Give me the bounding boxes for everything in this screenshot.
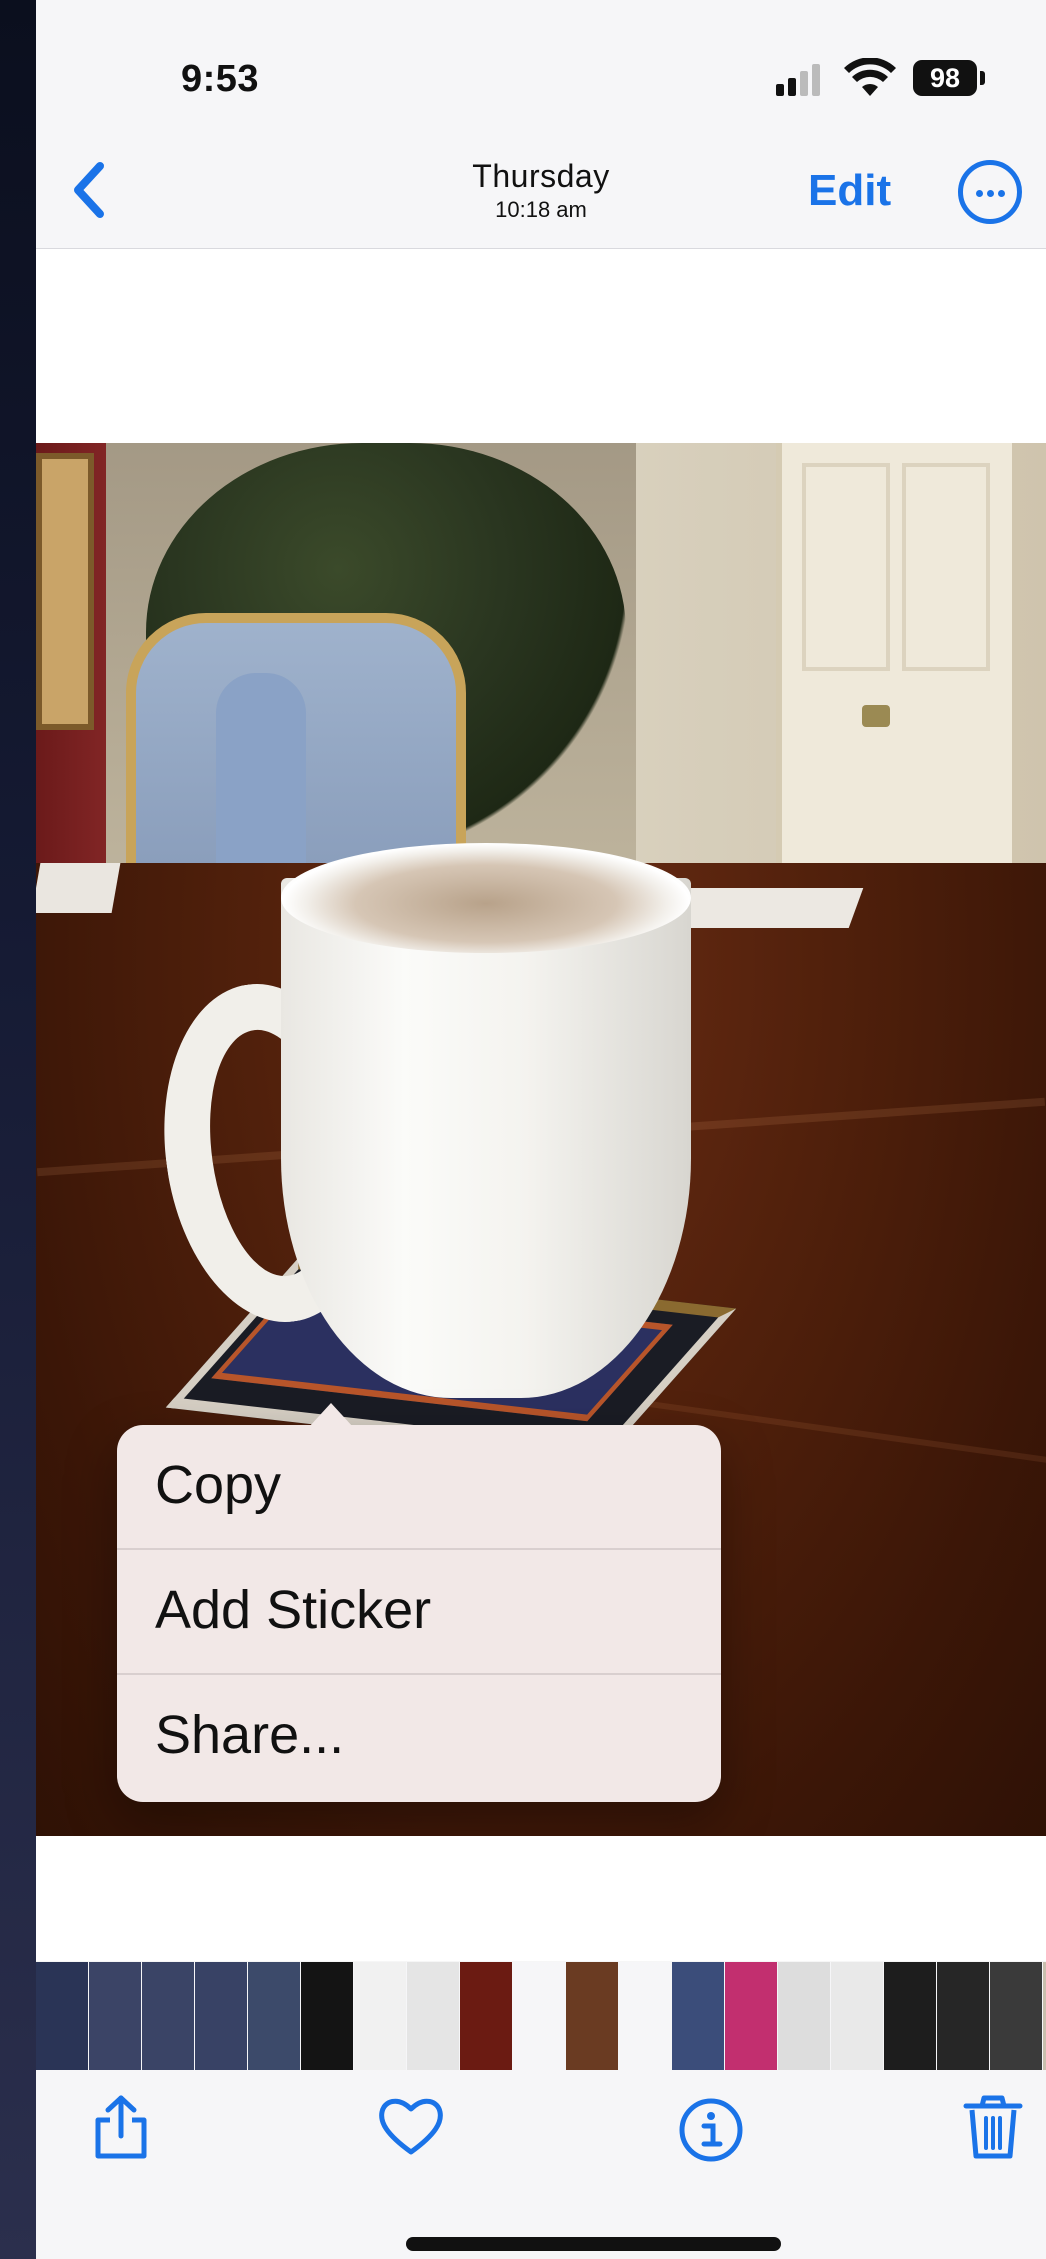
status-time: 9:53 — [181, 58, 260, 100]
photo-mug[interactable] — [281, 878, 691, 1398]
thumbnail-strip[interactable] — [36, 1962, 1046, 2070]
top-chrome: 9:53 98 Thursday 10:18 am Edit — [36, 0, 1046, 249]
photo-paper — [36, 863, 121, 913]
thumbnail[interactable] — [142, 1962, 194, 2070]
thumbnail[interactable] — [301, 1962, 353, 2070]
photo-day: Thursday — [472, 158, 610, 194]
photo-door-knob — [862, 705, 890, 727]
edit-button[interactable]: Edit — [808, 166, 891, 216]
share-icon[interactable] — [86, 2092, 156, 2162]
trash-icon[interactable] — [958, 2092, 1028, 2162]
thumbnail[interactable] — [89, 1962, 141, 2070]
thumbnail[interactable] — [619, 1962, 671, 2070]
photo-frame — [36, 453, 94, 730]
thumbnail[interactable] — [778, 1962, 830, 2070]
photo-paper — [668, 888, 864, 928]
thumbnail[interactable] — [513, 1962, 565, 2070]
ellipsis-circle-icon[interactable] — [958, 160, 1022, 224]
context-menu: Copy Add Sticker Share... — [117, 1403, 721, 1802]
nav-title: Thursday 10:18 am — [36, 158, 1046, 223]
thumbnail[interactable] — [195, 1962, 247, 2070]
thumbnail[interactable] — [248, 1962, 300, 2070]
heart-icon[interactable] — [376, 2092, 446, 2162]
bottom-toolbar — [36, 2070, 1046, 2259]
thumbnail[interactable] — [407, 1962, 459, 2070]
photo-mug-rim — [281, 843, 691, 953]
status-bar: 9:53 98 — [36, 0, 1046, 120]
photo-letterbox-bottom — [36, 1836, 1046, 1961]
thumbnail[interactable] — [354, 1962, 406, 2070]
thumbnail[interactable] — [990, 1962, 1042, 2070]
menu-item-add-sticker[interactable]: Add Sticker — [117, 1550, 721, 1675]
thumbnail[interactable] — [884, 1962, 936, 2070]
thumbnail[interactable] — [725, 1962, 777, 2070]
thumbnail[interactable] — [672, 1962, 724, 2070]
photos-app: 9:53 98 Thursday 10:18 am Edit Copy Add … — [36, 0, 1046, 2259]
home-indicator[interactable] — [406, 2237, 781, 2251]
thumbnail[interactable] — [566, 1962, 618, 2070]
thumbnail[interactable] — [831, 1962, 883, 2070]
info-icon[interactable] — [676, 2092, 746, 2162]
photo-time: 10:18 am — [495, 197, 587, 222]
menu-item-share[interactable]: Share... — [117, 1675, 721, 1800]
menu-item-copy[interactable]: Copy — [117, 1425, 721, 1550]
photo-letterbox-top — [36, 249, 1046, 443]
thumbnail[interactable] — [36, 1962, 88, 2070]
thumbnail[interactable] — [460, 1962, 512, 2070]
photo-door — [776, 443, 1012, 913]
wifi-icon — [844, 58, 896, 96]
battery-indicator: 98 — [913, 60, 985, 96]
thumbnail[interactable] — [937, 1962, 989, 2070]
cellular-signal-icon — [776, 62, 826, 96]
